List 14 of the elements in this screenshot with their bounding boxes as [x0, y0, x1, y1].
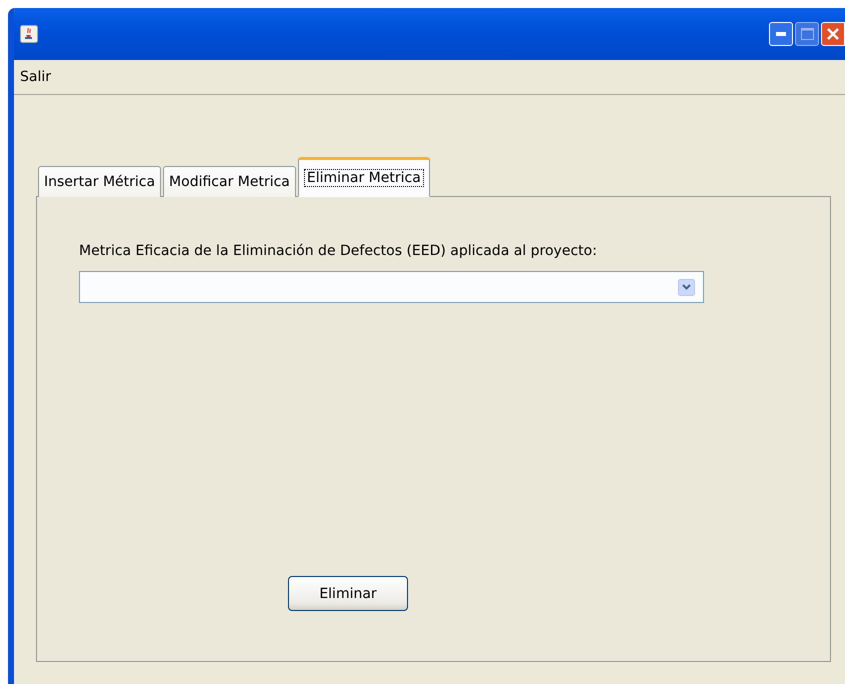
- minimize-icon: [776, 32, 786, 36]
- tab[interactable]: Insertar Métrica: [38, 166, 162, 197]
- coffee-cup-icon: [20, 25, 38, 43]
- close-button[interactable]: [821, 22, 845, 46]
- maximize-icon: [800, 28, 814, 40]
- menu-item[interactable]: Salir: [20, 69, 52, 85]
- dropdown[interactable]: [79, 271, 704, 303]
- delete-button[interactable]: Eliminar: [288, 576, 408, 611]
- maximize-button[interactable]: [795, 22, 819, 46]
- field-label: Metrica Eficacia de la Eliminación de Defectos (EED) aplicada al proyecto:: [79, 243, 598, 259]
- close-icon: [826, 27, 840, 41]
- tab[interactable]: Modificar Metrica: [163, 166, 296, 197]
- minimize-button[interactable]: [769, 22, 793, 46]
- tab[interactable]: Eliminar Metrica: [298, 157, 430, 197]
